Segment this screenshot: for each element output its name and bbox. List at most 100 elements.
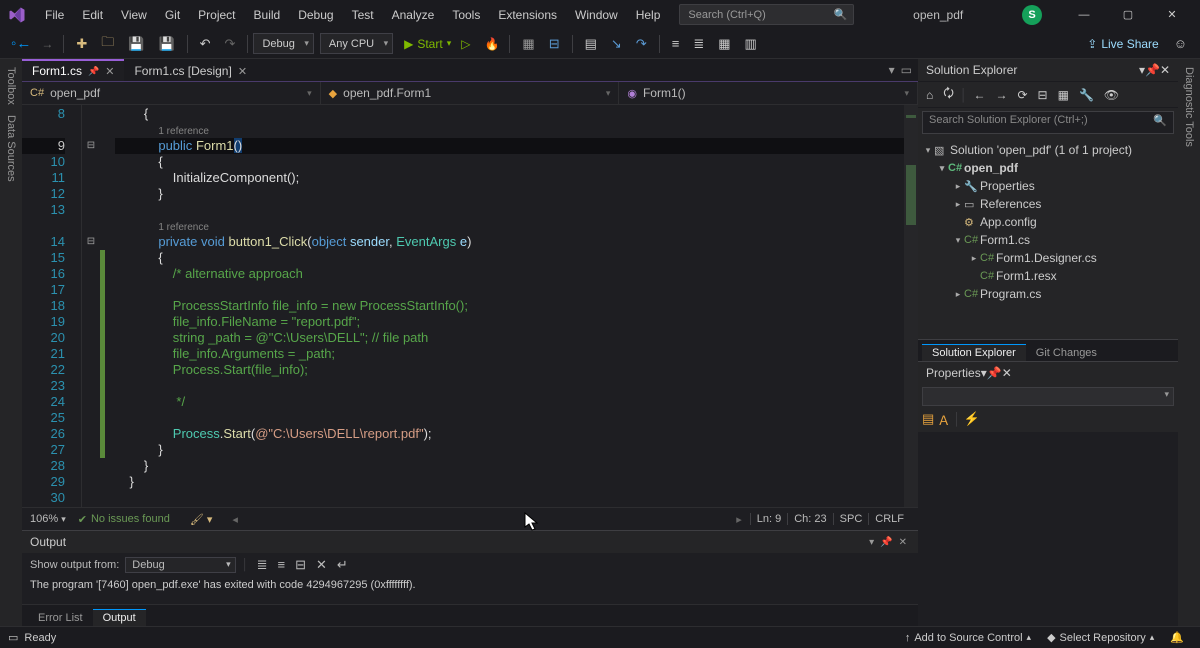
live-share-button[interactable]: ⇪Live Share: [1087, 37, 1158, 51]
sx-close-icon[interactable]: ✕: [1160, 63, 1170, 77]
doc-tab[interactable]: Form1.cs📌✕: [22, 59, 124, 81]
zoom-select[interactable]: 106% ▾: [30, 513, 66, 525]
prop-cat-icon[interactable]: ▤: [922, 411, 934, 427]
output-source-select[interactable]: Debug: [125, 557, 235, 573]
editor-minimap[interactable]: [904, 105, 918, 507]
nav-member[interactable]: ◉Form1()▾: [619, 82, 918, 104]
new-item-icon[interactable]: ✚: [71, 33, 92, 55]
sx-home-icon[interactable]: ⌂: [922, 86, 937, 104]
bottom-tab-output[interactable]: Output: [93, 609, 146, 626]
start-no-debug-icon[interactable]: ▷: [456, 34, 475, 54]
tree-twisty-icon[interactable]: ▸: [952, 289, 964, 300]
undo-icon[interactable]: ↶: [195, 33, 216, 55]
prop-events-icon[interactable]: ⚡: [964, 411, 980, 427]
menu-git[interactable]: Git: [156, 4, 189, 26]
output-wrap-icon[interactable]: ↵: [337, 557, 348, 573]
feedback-icon[interactable]: ☺: [1169, 33, 1192, 54]
nav-project[interactable]: C#open_pdf▾: [22, 82, 321, 104]
tb-icon-8[interactable]: ▦: [713, 33, 735, 55]
indent-mode[interactable]: SPC: [833, 513, 869, 525]
nav-back-icon[interactable]: ◦←: [6, 32, 36, 55]
sx-properties-icon[interactable]: 🔧: [1075, 86, 1098, 104]
save-icon[interactable]: 💾: [123, 33, 149, 55]
menu-extensions[interactable]: Extensions: [489, 4, 566, 26]
doc-tab[interactable]: Form1.cs [Design]✕: [124, 59, 257, 81]
panel-close-icon[interactable]: ✕: [896, 537, 910, 548]
step-into-icon[interactable]: ↘: [606, 33, 627, 55]
solution-explorer-search[interactable]: Search Solution Explorer (Ctrl+;) 🔍: [922, 111, 1174, 134]
rail-diagnostics[interactable]: Diagnostic Tools: [1183, 67, 1195, 147]
tree-node[interactable]: ▾▧Solution 'open_pdf' (1 of 1 project): [918, 141, 1178, 159]
sx-fwd-icon[interactable]: →: [991, 86, 1011, 104]
tb-icon-9[interactable]: ▥: [740, 33, 762, 55]
prop-az-icon[interactable]: Ａ: [937, 410, 950, 429]
tree-node[interactable]: ▸C#Program.cs: [918, 285, 1178, 303]
prop-pin-icon[interactable]: 📌: [987, 366, 1002, 380]
tree-twisty-icon[interactable]: ▾: [936, 163, 948, 174]
user-avatar[interactable]: S: [1022, 5, 1042, 25]
menu-debug[interactable]: Debug: [289, 4, 342, 26]
step-over-icon[interactable]: ↷: [631, 33, 652, 55]
rail-data-sources[interactable]: Data Sources: [5, 115, 17, 182]
rail-toolbox[interactable]: Toolbox: [5, 67, 17, 105]
caret-col[interactable]: Ch: 23: [787, 513, 832, 525]
properties-object-select[interactable]: [922, 387, 1174, 406]
close-tab-icon[interactable]: ✕: [105, 65, 114, 78]
prop-close-icon[interactable]: ✕: [1002, 366, 1012, 380]
scroll-right-icon[interactable]: ▸: [736, 513, 742, 526]
tree-node[interactable]: ▸🔧Properties: [918, 177, 1178, 195]
sx-refresh-icon[interactable]: ⟳: [1013, 86, 1031, 104]
maximize-icon[interactable]: ▢: [1108, 0, 1148, 29]
tree-twisty-icon[interactable]: ▾: [952, 235, 964, 246]
tree-node[interactable]: ▾C#open_pdf: [918, 159, 1178, 177]
sx-back-icon[interactable]: ←: [969, 86, 989, 104]
sx-tab-solution-explorer[interactable]: Solution Explorer: [922, 344, 1026, 361]
tree-node[interactable]: C#Form1.resx: [918, 267, 1178, 285]
sx-sync-icon[interactable]: 🗘: [939, 82, 958, 107]
menu-file[interactable]: File: [36, 4, 73, 26]
solution-tree[interactable]: ▾▧Solution 'open_pdf' (1 of 1 project)▾C…: [918, 137, 1178, 339]
menu-analyze[interactable]: Analyze: [383, 4, 444, 26]
scroll-left-icon[interactable]: ◂: [232, 513, 238, 526]
close-tab-icon[interactable]: ✕: [238, 65, 247, 78]
menu-tools[interactable]: Tools: [443, 4, 489, 26]
tb-icon-1[interactable]: ▦: [517, 33, 539, 55]
hot-reload-icon[interactable]: 🔥: [479, 34, 504, 54]
tb-icon-2[interactable]: ⊟: [544, 33, 565, 55]
output-icon-2[interactable]: ≡: [277, 557, 285, 572]
start-button[interactable]: ▶Start▾: [399, 34, 456, 54]
sx-collapse-icon[interactable]: ⊟: [1034, 86, 1052, 104]
tree-node[interactable]: ⚙App.config: [918, 213, 1178, 231]
tab-window-icon[interactable]: ▭: [901, 63, 912, 77]
sx-preview-icon[interactable]: 👁: [1100, 86, 1123, 104]
add-source-control-button[interactable]: ↑Add to Source Control▴: [897, 632, 1039, 644]
open-icon[interactable]: 🗀: [96, 30, 119, 58]
menu-edit[interactable]: Edit: [73, 4, 112, 26]
properties-grid[interactable]: [918, 432, 1178, 626]
menu-help[interactable]: Help: [627, 4, 670, 26]
tree-node[interactable]: ▸▭References: [918, 195, 1178, 213]
bottom-tab-error-list[interactable]: Error List: [28, 609, 93, 626]
tb-icon-3[interactable]: ▤: [580, 33, 602, 55]
panel-pin-icon[interactable]: 📌: [877, 537, 895, 548]
tb-icon-6[interactable]: ≡: [667, 33, 685, 54]
global-search[interactable]: Search (Ctrl+Q) 🔍: [679, 4, 854, 25]
nav-fwd-icon[interactable]: →: [36, 34, 58, 54]
tb-icon-7[interactable]: ≣: [688, 33, 709, 55]
select-repository-button[interactable]: ◆Select Repository▴: [1039, 631, 1162, 644]
menu-window[interactable]: Window: [566, 4, 627, 26]
menu-view[interactable]: View: [112, 4, 156, 26]
close-icon[interactable]: ✕: [1152, 0, 1192, 29]
platform-select[interactable]: Any CPU: [320, 33, 393, 54]
tree-twisty-icon[interactable]: ▾: [922, 145, 934, 156]
tree-twisty-icon[interactable]: ▸: [952, 199, 964, 210]
sx-showall-icon[interactable]: ▦: [1054, 86, 1073, 104]
notifications-icon[interactable]: 🔔: [1162, 631, 1192, 644]
tree-twisty-icon[interactable]: ▸: [968, 253, 980, 264]
tree-node[interactable]: ▾C#Form1.cs: [918, 231, 1178, 249]
redo-icon[interactable]: ↷: [220, 33, 241, 55]
code-cleanup-icon[interactable]: 🖌 ▾: [190, 513, 213, 526]
pin-icon[interactable]: 📌: [88, 66, 99, 77]
panel-dropdown-icon[interactable]: ▾: [866, 537, 877, 548]
save-all-icon[interactable]: 💾: [153, 33, 179, 55]
